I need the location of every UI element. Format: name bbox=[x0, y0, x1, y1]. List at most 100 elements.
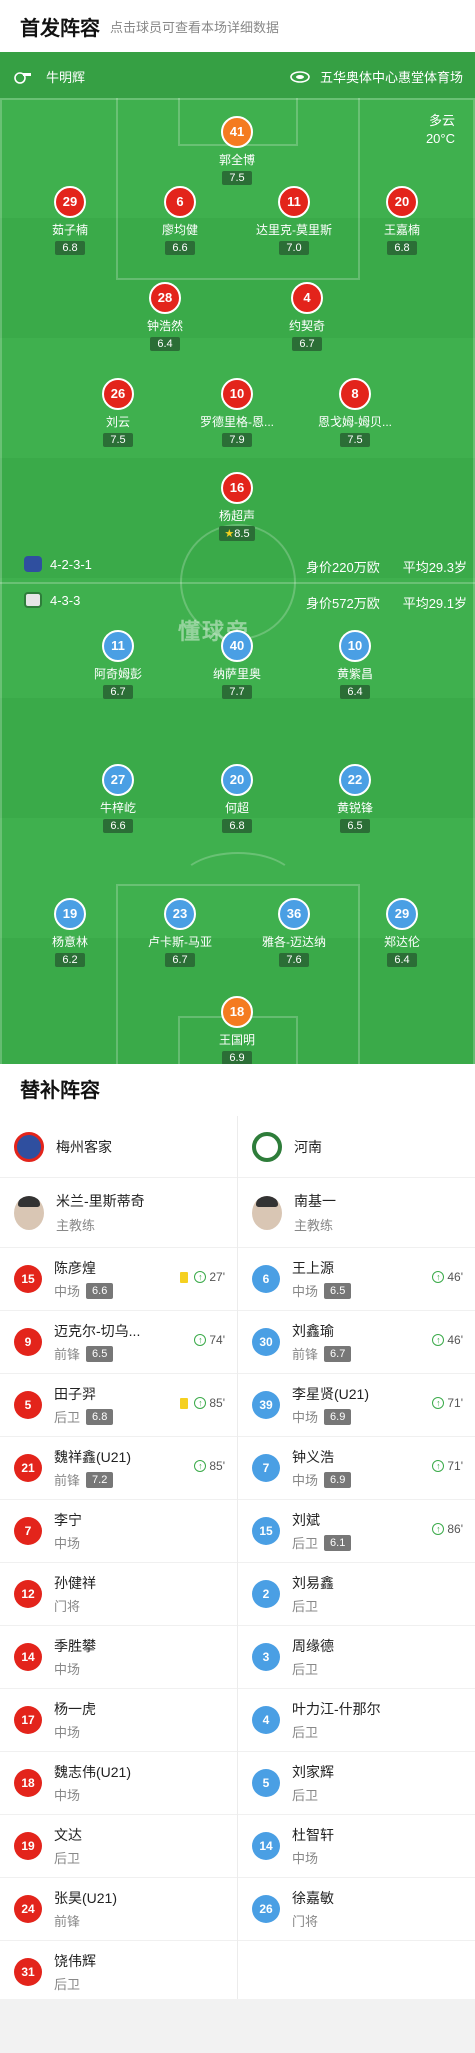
home-player[interactable]: 16 杨超声 ★8.5 bbox=[182, 472, 292, 542]
substitute-row[interactable]: 5 田子羿 后卫 6.8 ↑ 85' bbox=[0, 1374, 237, 1437]
substitute-row[interactable]: 31 饶伟辉 后卫 bbox=[0, 1941, 237, 2004]
sub-name: 徐嘉敏 bbox=[292, 1890, 334, 1906]
home-player[interactable]: 29 茹子楠 6.8 bbox=[15, 186, 125, 256]
sub-name: 饶伟辉 bbox=[54, 1953, 96, 1969]
sub-position: 中场 bbox=[292, 1851, 319, 1866]
substitute-row[interactable]: 7 李宁 中场 bbox=[0, 1500, 237, 1563]
away-player[interactable]: 36 雅各-迈达纳 7.6 bbox=[239, 898, 349, 968]
substitutes-section: 替补阵容 梅州客家 米兰-里斯蒂奇 主教练 15 陈彦煌 中场 6.6 ↑ 27' 9 迈克尔… bbox=[0, 1064, 475, 2004]
substitute-row[interactable]: 12 孙健祥 门将 bbox=[0, 1563, 237, 1626]
away-player[interactable]: 19 杨意林 6.2 bbox=[15, 898, 125, 968]
sub-name: 杜智轩 bbox=[292, 1827, 334, 1843]
sub-in-info: ↑ 86' bbox=[432, 1522, 463, 1536]
player-number-badge: 40 bbox=[221, 630, 253, 662]
substitute-row[interactable]: 39 李星贤(U21) 中场 6.9 ↑ 71' bbox=[238, 1374, 475, 1437]
substitute-row[interactable]: 15 陈彦煌 中场 6.6 ↑ 27' bbox=[0, 1248, 237, 1311]
home-player[interactable]: 10 罗德里格-恩... 7.9 bbox=[182, 378, 292, 448]
substitute-row[interactable]: 21 魏祥鑫(U21) 前锋 7.2 ↑ 85' bbox=[0, 1437, 237, 1500]
sub-name: 魏志伟(U21) bbox=[54, 1764, 132, 1780]
player-rating: 7.5 bbox=[222, 171, 252, 185]
star-icon: ★ bbox=[224, 528, 235, 540]
player-number-badge: 10 bbox=[339, 630, 371, 662]
substitute-row[interactable]: 4 叶力江-什那尔 后卫 bbox=[238, 1689, 475, 1752]
sub-number-badge: 15 bbox=[252, 1517, 280, 1545]
sub-in-info: ↑ 71' bbox=[432, 1459, 463, 1473]
away-player[interactable]: 11 阿奇姆彭 6.7 bbox=[63, 630, 173, 700]
sub-in-icon: ↑ bbox=[432, 1271, 445, 1283]
away-team-row[interactable]: 河南 bbox=[238, 1116, 475, 1178]
player-name: 达里克-莫里斯 bbox=[256, 223, 332, 237]
sub-in-icon: ↑ bbox=[194, 1397, 207, 1409]
sub-position: 中场 bbox=[54, 1788, 81, 1803]
player-number-badge: 26 bbox=[102, 378, 134, 410]
home-player[interactable]: 6 廖均健 6.6 bbox=[125, 186, 235, 256]
away-player[interactable]: 18 王国明 6.9 bbox=[182, 996, 292, 1064]
rating-value: 6.4 bbox=[394, 954, 410, 966]
substitute-row[interactable]: 6 王上源 中场 6.5 ↑ 46' bbox=[238, 1248, 475, 1311]
sub-number-badge: 18 bbox=[14, 1769, 42, 1797]
substitute-row[interactable]: 18 魏志伟(U21) 中场 bbox=[0, 1752, 237, 1815]
away-team-logo-icon bbox=[24, 592, 42, 608]
sub-position: 中场 bbox=[292, 1473, 319, 1488]
sub-name: 钟义浩 bbox=[292, 1449, 334, 1465]
away-coach[interactable]: 南基一 主教练 bbox=[238, 1178, 475, 1248]
sub-rating: 6.1 bbox=[324, 1534, 352, 1551]
substitute-row[interactable]: 30 刘鑫瑜 前锋 6.7 ↑ 46' bbox=[238, 1311, 475, 1374]
home-player[interactable]: 28 钟浩然 6.4 bbox=[110, 282, 220, 352]
rating-value: 7.7 bbox=[229, 686, 245, 698]
rating-value: 6.7 bbox=[110, 686, 126, 698]
sub-position: 中场 bbox=[292, 1410, 319, 1425]
home-player[interactable]: 26 刘云 7.5 bbox=[63, 378, 173, 448]
rating-value: 6.4 bbox=[347, 686, 363, 698]
sub-in-icon: ↑ bbox=[432, 1460, 445, 1472]
referee: 牛明辉 bbox=[14, 67, 85, 86]
sub-position: 后卫 bbox=[292, 1662, 319, 1677]
away-player[interactable]: 23 卢卡斯-马亚 6.7 bbox=[125, 898, 235, 968]
lineup-header: 首发阵容 点击球员可查看本场详细数据 bbox=[0, 0, 475, 52]
player-rating: 6.4 bbox=[340, 685, 370, 699]
sub-name: 迈克尔-切乌... bbox=[54, 1323, 141, 1339]
yellow-card-icon bbox=[180, 1397, 189, 1409]
substitute-row[interactable]: 19 文达 后卫 bbox=[0, 1815, 237, 1878]
home-player[interactable]: 11 达里克-莫里斯 7.0 bbox=[239, 186, 349, 256]
home-player[interactable]: 8 恩戈姆-姆贝... 7.5 bbox=[300, 378, 410, 448]
away-player[interactable]: 22 黄锐锋 6.5 bbox=[300, 764, 410, 834]
sub-number-badge: 14 bbox=[14, 1643, 42, 1671]
substitute-row[interactable]: 2 刘易鑫 后卫 bbox=[238, 1563, 475, 1626]
substitute-row[interactable]: 5 刘家辉 后卫 bbox=[238, 1752, 475, 1815]
substitute-row[interactable]: 15 刘斌 后卫 6.1 ↑ 86' bbox=[238, 1500, 475, 1563]
home-coach[interactable]: 米兰-里斯蒂奇 主教练 bbox=[0, 1178, 237, 1248]
away-player[interactable]: 40 纳萨里奥 7.7 bbox=[182, 630, 292, 700]
substitute-row[interactable]: 14 季胜攀 中场 bbox=[0, 1626, 237, 1689]
home-player[interactable]: 41 郭全博 7.5 bbox=[182, 116, 292, 186]
substitute-row[interactable]: 7 钟义浩 中场 6.9 ↑ 71' bbox=[238, 1437, 475, 1500]
player-rating: 6.4 bbox=[150, 337, 180, 351]
away-player[interactable]: 20 何超 6.8 bbox=[182, 764, 292, 834]
rating-value: 7.5 bbox=[229, 172, 245, 184]
player-name: 廖均健 bbox=[161, 223, 198, 237]
sub-rating: 6.7 bbox=[324, 1345, 352, 1362]
substitute-row[interactable]: 9 迈克尔-切乌... 前锋 6.5 ↑ 74' bbox=[0, 1311, 237, 1374]
home-team-row[interactable]: 梅州客家 bbox=[0, 1116, 237, 1178]
rating-value: 6.4 bbox=[157, 338, 173, 350]
substitute-row[interactable]: 17 杨一虎 中场 bbox=[0, 1689, 237, 1752]
subs-title: 替补阵容 bbox=[20, 1080, 100, 1102]
substitute-row[interactable]: 3 周缘德 后卫 bbox=[238, 1626, 475, 1689]
player-rating: 6.5 bbox=[340, 819, 370, 833]
sub-position: 后卫 bbox=[54, 1410, 81, 1425]
away-player[interactable]: 29 郑达伦 6.4 bbox=[347, 898, 457, 968]
player-name: 王国明 bbox=[218, 1033, 255, 1047]
rating-value: 6.2 bbox=[62, 954, 78, 966]
substitute-row[interactable]: 14 杜智轩 中场 bbox=[238, 1815, 475, 1878]
player-name: 恩戈姆-姆贝... bbox=[318, 415, 392, 429]
home-player[interactable]: 4 约契奇 6.7 bbox=[252, 282, 362, 352]
away-player[interactable]: 10 黄紫昌 6.4 bbox=[300, 630, 410, 700]
substitute-row[interactable]: 26 徐嘉敏 门将 bbox=[238, 1878, 475, 1941]
home-avg-age: 平均29.3岁 bbox=[402, 560, 467, 575]
player-number-badge: 11 bbox=[278, 186, 310, 218]
sub-in-icon: ↑ bbox=[194, 1271, 207, 1283]
substitute-row[interactable]: 24 张昊(U21) 前锋 bbox=[0, 1878, 237, 1941]
away-player[interactable]: 27 牛梓屹 6.6 bbox=[63, 764, 173, 834]
home-player[interactable]: 20 王嘉楠 6.8 bbox=[347, 186, 457, 256]
player-number-badge: 28 bbox=[149, 282, 181, 314]
